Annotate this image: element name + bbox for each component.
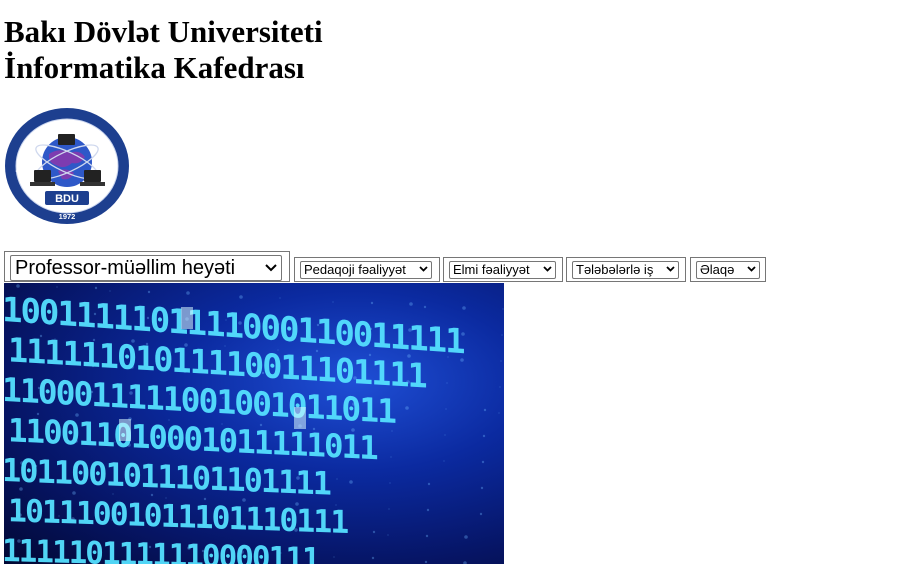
students-menu-select[interactable]: Tələbələrlə iş	[572, 261, 679, 279]
background-dot	[349, 480, 353, 484]
nav-group-teaching: Pedaqoji fəaliyyət	[294, 257, 440, 282]
background-dot	[387, 534, 389, 536]
teaching-menu-select[interactable]: Pedaqoji fəaliyyət	[300, 261, 432, 279]
background-dot	[480, 486, 484, 490]
background-dot	[147, 290, 151, 294]
glow-highlight	[119, 419, 131, 441]
background-dot	[94, 286, 98, 290]
background-dot	[444, 434, 446, 436]
background-dot	[500, 360, 502, 362]
background-dot	[279, 297, 281, 299]
background-dot	[56, 286, 58, 288]
background-dot	[239, 295, 243, 299]
background-dot	[405, 406, 409, 410]
background-dot	[427, 482, 431, 486]
background-dot	[388, 508, 390, 510]
background-dot	[332, 301, 334, 303]
background-dot	[424, 560, 428, 564]
background-dot	[336, 478, 338, 480]
university-name: Bakı Dövlət Universiteti	[4, 14, 323, 49]
background-dot	[443, 460, 445, 462]
background-dot	[483, 408, 487, 412]
background-dot	[481, 460, 485, 464]
nav-group-contact: Əlaqə	[690, 257, 766, 282]
background-dot	[464, 535, 468, 539]
background-dot	[498, 412, 500, 414]
background-dot	[499, 386, 501, 388]
background-dot	[16, 284, 20, 288]
background-dot	[479, 512, 483, 516]
nav-group-students: Tələbələrlə iş	[566, 257, 686, 282]
background-dot	[333, 556, 335, 558]
background-dot	[409, 302, 413, 306]
nav-group-research: Elmi fəaliyyət	[443, 257, 563, 282]
background-dot	[462, 306, 466, 310]
background-dot	[501, 334, 503, 336]
background-dot	[425, 534, 429, 538]
background-dot	[4, 283, 5, 284]
background-dot	[370, 301, 374, 305]
logo-year: 1972	[59, 212, 76, 221]
nav-group-staff: Professor-müəllim heyəti	[4, 251, 290, 282]
binary-code-banner: 1001111101111000110011111 111111010111100…	[4, 283, 504, 564]
background-dot	[482, 434, 486, 438]
background-dot	[423, 305, 427, 309]
faculty-logo: TƏTBİQİ RİYAZİYYAT VƏ KİBERNETİKA FAKÜLT…	[0, 99, 130, 225]
page-title: Bakı Dövlət Universiteti İnformatika Kaf…	[4, 14, 323, 86]
binary-digits-image: 1001111101111000110011111111111010111100…	[4, 283, 504, 564]
background-dot	[186, 291, 190, 295]
contact-menu-select[interactable]: Əlaqə	[696, 261, 760, 279]
background-dot	[390, 456, 392, 458]
background-dot	[426, 508, 430, 512]
background-dot	[446, 382, 448, 384]
background-dot	[463, 561, 467, 564]
department-name: İnformatika Kafedrası	[4, 50, 305, 85]
background-dot	[389, 482, 391, 484]
background-dot	[371, 556, 375, 560]
logo-abbr: BDU	[55, 193, 79, 205]
research-menu-select[interactable]: Elmi fəaliyyət	[449, 261, 556, 279]
faculty-seal-icon: TƏTBİQİ RİYAZİYYAT VƏ KİBERNETİKA FAKÜLT…	[0, 99, 129, 224]
glow-highlight	[294, 407, 306, 429]
glow-highlight	[181, 307, 193, 329]
background-dot	[445, 408, 447, 410]
background-dot	[372, 530, 376, 534]
staff-menu-select[interactable]: Professor-müəllim heyəti	[10, 255, 282, 281]
background-dot	[502, 308, 504, 310]
background-dot	[109, 290, 111, 292]
